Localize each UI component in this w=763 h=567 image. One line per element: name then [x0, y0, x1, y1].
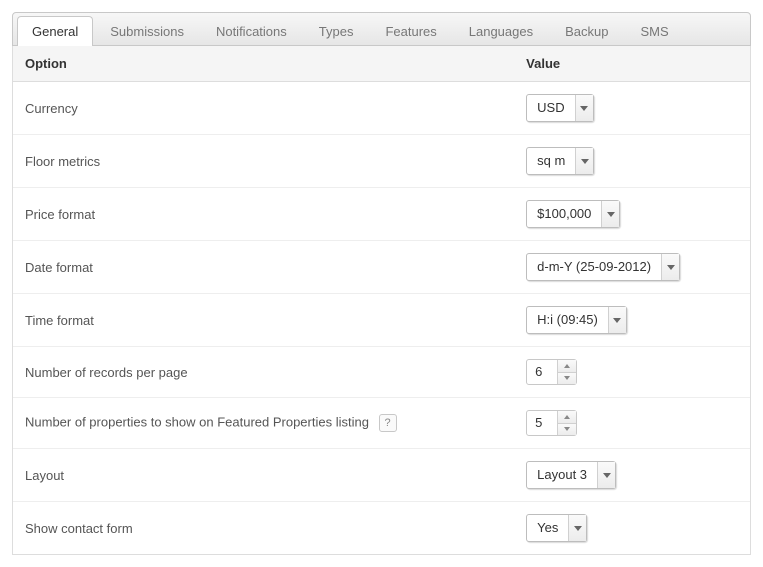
dropdown-button	[608, 307, 626, 333]
tab-label: SMS	[640, 24, 668, 39]
date-format-select[interactable]: d-m-Y (25-09-2012)	[526, 253, 680, 281]
stepper-buttons	[557, 411, 576, 435]
option-label: Currency	[13, 82, 514, 135]
select-value: Yes	[527, 515, 568, 541]
row-currency: Currency USD	[13, 82, 750, 135]
select-value: $100,000	[527, 201, 601, 227]
chevron-down-icon	[564, 376, 570, 380]
stepper-down[interactable]	[558, 423, 576, 436]
option-label: Floor metrics	[13, 135, 514, 188]
show-contact-select[interactable]: Yes	[526, 514, 587, 542]
tab-label: General	[32, 24, 78, 39]
chevron-down-icon	[607, 212, 615, 217]
chevron-down-icon	[564, 427, 570, 431]
select-value: d-m-Y (25-09-2012)	[527, 254, 661, 280]
option-label: Show contact form	[13, 502, 514, 555]
option-label: Date format	[13, 241, 514, 294]
dropdown-button	[568, 515, 586, 541]
help-icon[interactable]: ?	[379, 414, 397, 432]
option-label: Price format	[13, 188, 514, 241]
option-label: Number of properties to show on Featured…	[25, 414, 369, 429]
tab-label: Types	[319, 24, 354, 39]
chevron-up-icon	[564, 415, 570, 419]
stepper-buttons	[557, 360, 576, 384]
select-value: USD	[527, 95, 574, 121]
tab-submissions[interactable]: Submissions	[95, 16, 199, 46]
stepper-value: 5	[527, 411, 557, 435]
row-layout: Layout Layout 3	[13, 449, 750, 502]
tabs-bar: General Submissions Notifications Types …	[12, 12, 751, 46]
select-value: sq m	[527, 148, 575, 174]
row-date-format: Date format d-m-Y (25-09-2012)	[13, 241, 750, 294]
featured-count-stepper[interactable]: 5	[526, 410, 577, 436]
tab-backup[interactable]: Backup	[550, 16, 623, 46]
dropdown-button	[575, 148, 593, 174]
select-value: H:i (09:45)	[527, 307, 608, 333]
tab-label: Features	[385, 24, 436, 39]
time-format-select[interactable]: H:i (09:45)	[526, 306, 627, 334]
tab-label: Backup	[565, 24, 608, 39]
dropdown-button	[575, 95, 593, 121]
stepper-down[interactable]	[558, 372, 576, 385]
chevron-down-icon	[574, 526, 582, 531]
price-format-select[interactable]: $100,000	[526, 200, 620, 228]
option-label: Time format	[13, 294, 514, 347]
tab-general[interactable]: General	[17, 16, 93, 46]
row-time-format: Time format H:i (09:45)	[13, 294, 750, 347]
chevron-down-icon	[580, 106, 588, 111]
tab-features[interactable]: Features	[370, 16, 451, 46]
floor-metrics-select[interactable]: sq m	[526, 147, 594, 175]
row-floor-metrics: Floor metrics sq m	[13, 135, 750, 188]
option-label: Number of records per page	[13, 347, 514, 398]
dropdown-button	[661, 254, 679, 280]
chevron-down-icon	[603, 473, 611, 478]
row-records-per-page: Number of records per page 6	[13, 347, 750, 398]
settings-table: Option Value Currency USD Floor metrics	[13, 46, 750, 554]
stepper-up[interactable]	[558, 360, 576, 372]
col-value: Value	[514, 46, 750, 82]
settings-panel: Option Value Currency USD Floor metrics	[12, 46, 751, 555]
row-price-format: Price format $100,000	[13, 188, 750, 241]
tab-label: Languages	[469, 24, 533, 39]
chevron-down-icon	[667, 265, 675, 270]
currency-select[interactable]: USD	[526, 94, 593, 122]
chevron-up-icon	[564, 364, 570, 368]
tab-languages[interactable]: Languages	[454, 16, 548, 46]
chevron-down-icon	[613, 318, 621, 323]
stepper-value: 6	[527, 360, 557, 384]
records-per-page-stepper[interactable]: 6	[526, 359, 577, 385]
stepper-up[interactable]	[558, 411, 576, 423]
tab-notifications[interactable]: Notifications	[201, 16, 302, 46]
tab-label: Notifications	[216, 24, 287, 39]
layout-select[interactable]: Layout 3	[526, 461, 616, 489]
dropdown-button	[597, 462, 615, 488]
col-option: Option	[13, 46, 514, 82]
row-show-contact: Show contact form Yes	[13, 502, 750, 555]
row-featured-count: Number of properties to show on Featured…	[13, 398, 750, 449]
chevron-down-icon	[581, 159, 589, 164]
tab-label: Submissions	[110, 24, 184, 39]
tab-types[interactable]: Types	[304, 16, 369, 46]
select-value: Layout 3	[527, 462, 597, 488]
option-label: Layout	[13, 449, 514, 502]
dropdown-button	[601, 201, 619, 227]
tab-sms[interactable]: SMS	[625, 16, 683, 46]
